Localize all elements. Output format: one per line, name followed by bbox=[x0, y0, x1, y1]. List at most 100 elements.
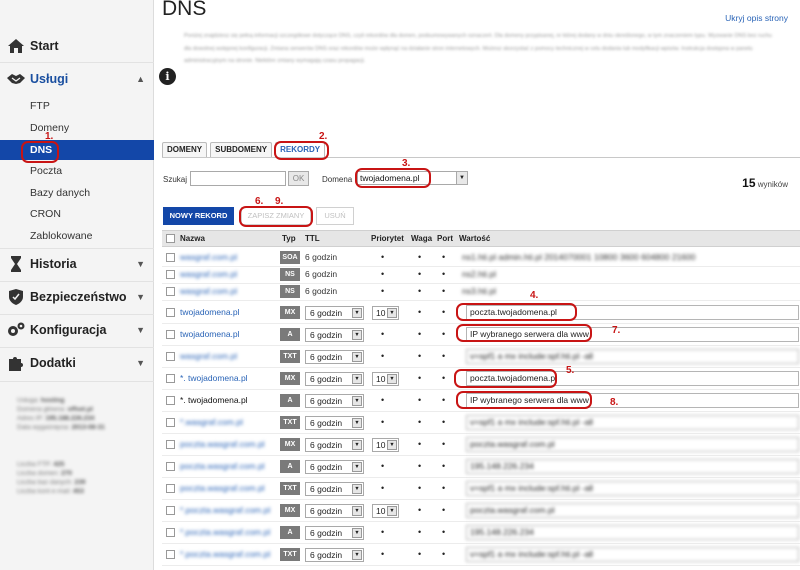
nav-uslugi[interactable]: Usługi ▲ bbox=[0, 65, 154, 93]
nav-start[interactable]: Start bbox=[0, 32, 154, 60]
row-checkbox[interactable] bbox=[166, 484, 175, 493]
row-checkbox[interactable] bbox=[166, 287, 175, 296]
hide-description-link[interactable]: Ukryj opis strony bbox=[725, 13, 788, 23]
record-value-input[interactable]: IP wybranego serwera dla www bbox=[466, 327, 799, 342]
ttl-value: 6 godzin bbox=[310, 506, 343, 516]
record-name[interactable]: twojadomena.pl bbox=[180, 329, 240, 339]
record-value-input[interactable]: 195.148.226.234 bbox=[466, 525, 799, 540]
chevron-down-icon: ▼ bbox=[352, 506, 362, 516]
record-name[interactable]: wasgraf.com.pl bbox=[180, 286, 237, 296]
row-checkbox[interactable] bbox=[166, 352, 175, 361]
nav-bezpieczenstwo[interactable]: Bezpieczeństwo ▼ bbox=[0, 283, 154, 311]
row-checkbox[interactable] bbox=[166, 506, 175, 515]
record-name[interactable]: *. twojadomena.pl bbox=[180, 373, 248, 383]
record-value-input[interactable]: 195.148.226.234 bbox=[466, 459, 799, 474]
tab-subdomeny[interactable]: SUBDOMENY bbox=[210, 142, 273, 158]
record-name[interactable]: wasgraf.com.pl bbox=[180, 269, 237, 279]
tab-domeny[interactable]: DOMENY bbox=[162, 142, 208, 158]
delete-button[interactable]: USUŃ bbox=[316, 207, 354, 225]
record-value-input[interactable]: v=spf1 a mx include:spf.hti.pl -all bbox=[466, 481, 799, 496]
row-checkbox[interactable] bbox=[166, 550, 175, 559]
page-description: Poniżej znajdziesz się pełną informacji … bbox=[184, 33, 772, 64]
nav-konfiguracja[interactable]: Konfiguracja ▼ bbox=[0, 316, 154, 344]
priority-empty-dot: • bbox=[381, 286, 385, 296]
ttl-select[interactable]: 6 godzin ▼ bbox=[305, 306, 364, 320]
record-value-input[interactable]: poczta.wasgraf.com.pl bbox=[466, 437, 799, 452]
record-name[interactable]: *.poczta.wasgraf.com.pl bbox=[180, 505, 270, 515]
search-input[interactable] bbox=[190, 171, 286, 186]
new-record-button[interactable]: NOWY REKORD bbox=[163, 207, 234, 225]
record-name[interactable]: poczta.wasgraf.com.pl bbox=[180, 439, 265, 449]
record-value-input[interactable]: v=spf1 a mx include:spf.hti.pl -all bbox=[466, 415, 799, 430]
tab-rekordy[interactable]: REKORDY bbox=[275, 142, 326, 158]
record-name[interactable]: *. twojadomena.pl bbox=[180, 395, 248, 405]
select-all-checkbox[interactable] bbox=[166, 234, 175, 243]
ttl-select[interactable]: 6 godzin ▼ bbox=[305, 372, 364, 386]
record-name[interactable]: wasgraf.com.pl bbox=[180, 351, 237, 361]
subnav-zablokowane[interactable]: Zablokowane bbox=[0, 226, 154, 246]
record-name[interactable]: poczta.wasgraf.com.pl bbox=[180, 483, 265, 493]
row-checkbox[interactable] bbox=[166, 330, 175, 339]
row-checkbox[interactable] bbox=[166, 270, 175, 279]
ttl-select[interactable]: 6 godzin ▼ bbox=[305, 504, 364, 518]
priority-empty-dot: • bbox=[381, 461, 385, 471]
ttl-select[interactable]: 6 godzin ▼ bbox=[305, 416, 364, 430]
row-checkbox[interactable] bbox=[166, 418, 175, 427]
row-checkbox[interactable] bbox=[166, 440, 175, 449]
record-name[interactable]: *.poczta.wasgraf.com.pl bbox=[180, 527, 270, 537]
col-nazwa: Nazwa bbox=[180, 234, 205, 243]
priority-select[interactable]: 10 ▼ bbox=[372, 438, 399, 452]
row-checkbox[interactable] bbox=[166, 528, 175, 537]
record-name[interactable]: *.wasgraf.com.pl bbox=[180, 417, 243, 427]
ttl-value: 6 godzin bbox=[305, 252, 338, 262]
record-type-badge: NS bbox=[280, 268, 300, 281]
domain-select[interactable]: twojadomena.pl ▼ bbox=[357, 171, 468, 185]
save-changes-button[interactable]: ZAPISZ ZMIANY bbox=[241, 207, 311, 225]
record-value-input[interactable]: v=spf1 a mx include:spf.hti.pl -all bbox=[466, 349, 799, 364]
record-name[interactable]: wasgraf.com.pl bbox=[180, 252, 237, 262]
ttl-select[interactable]: 6 godzin ▼ bbox=[305, 526, 364, 540]
row-checkbox[interactable] bbox=[166, 396, 175, 405]
subnav-cron[interactable]: CRON bbox=[0, 204, 154, 224]
ttl-select[interactable]: 6 godzin ▼ bbox=[305, 394, 364, 408]
priority-select[interactable]: 10 ▼ bbox=[372, 306, 399, 320]
subnav-poczta[interactable]: Poczta bbox=[0, 161, 154, 181]
ttl-select[interactable]: 6 godzin ▼ bbox=[305, 460, 364, 474]
ttl-select[interactable]: 6 godzin ▼ bbox=[305, 548, 364, 562]
ttl-select[interactable]: 6 godzin ▼ bbox=[305, 328, 364, 342]
subnav-domeny[interactable]: Domeny bbox=[0, 118, 154, 138]
ttl-select[interactable]: 6 godzin ▼ bbox=[305, 482, 364, 496]
record-name[interactable]: *.poczta.wasgraf.com.pl bbox=[180, 549, 270, 559]
search-ok-button[interactable]: OK bbox=[288, 171, 309, 186]
nav-label: Start bbox=[30, 39, 59, 53]
chevron-down-icon: ▼ bbox=[387, 440, 397, 450]
row-checkbox[interactable] bbox=[166, 462, 175, 471]
weight-empty-dot: • bbox=[418, 483, 422, 493]
record-name[interactable]: poczta.wasgraf.com.pl bbox=[180, 461, 265, 471]
record-type-badge: SOA bbox=[280, 251, 300, 264]
record-value-input[interactable]: poczta.wasgraf.com.pl bbox=[466, 503, 799, 518]
nav-historia[interactable]: Historia ▼ bbox=[0, 250, 154, 278]
subnav-dns[interactable]: DNS bbox=[0, 140, 154, 160]
table-row: *. twojadomena.pl MX 6 godzin ▼ 10 ▼ • • poczta.… bbox=[162, 368, 800, 390]
record-type-badge: TXT bbox=[280, 350, 300, 363]
priority-empty-dot: • bbox=[381, 527, 385, 537]
ttl-select[interactable]: 6 godzin ▼ bbox=[305, 438, 364, 452]
record-value-input[interactable]: v=spf1 a mx include:spf.hti.pl -all bbox=[466, 547, 799, 562]
port-empty-dot: • bbox=[442, 549, 446, 559]
record-value-input[interactable]: poczta.twojadomena.pl bbox=[466, 371, 799, 386]
nav-dodatki[interactable]: Dodatki ▼ bbox=[0, 349, 154, 377]
record-value-input[interactable]: poczta.twojadomena.pl bbox=[466, 305, 799, 320]
priority-select[interactable]: 10 ▼ bbox=[372, 504, 399, 518]
ttl-select[interactable]: 6 godzin ▼ bbox=[305, 350, 364, 364]
row-checkbox[interactable] bbox=[166, 308, 175, 317]
priority-select[interactable]: 10 ▼ bbox=[372, 372, 399, 386]
record-value-input[interactable]: IP wybranego serwera dla www bbox=[466, 393, 799, 408]
row-checkbox[interactable] bbox=[166, 374, 175, 383]
subnav-ftp[interactable]: FTP bbox=[0, 96, 154, 116]
subnav-bazy-danych[interactable]: Bazy danych bbox=[0, 183, 154, 203]
chevron-down-icon: ▼ bbox=[136, 259, 145, 269]
record-name[interactable]: twojadomena.pl bbox=[180, 307, 240, 317]
table-row: wasgraf.com.pl NS 6 godzin • • • ns3.hti.pl bbox=[162, 284, 800, 301]
row-checkbox[interactable] bbox=[166, 253, 175, 262]
